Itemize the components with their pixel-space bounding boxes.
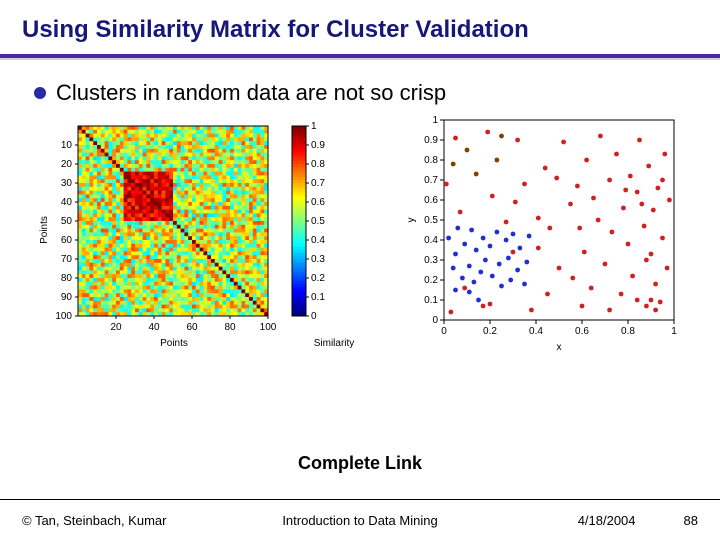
colorbar-label: Similarity bbox=[314, 338, 355, 349]
heatmap-xlabel: Points bbox=[160, 338, 188, 349]
svg-text:0: 0 bbox=[432, 315, 438, 326]
svg-text:30: 30 bbox=[61, 178, 73, 189]
svg-text:0: 0 bbox=[311, 311, 317, 322]
svg-text:0.1: 0.1 bbox=[424, 295, 438, 306]
svg-text:0.2: 0.2 bbox=[424, 275, 438, 286]
svg-text:100: 100 bbox=[55, 311, 72, 322]
svg-text:0.4: 0.4 bbox=[311, 235, 325, 246]
svg-text:40: 40 bbox=[148, 322, 160, 333]
footer-center: Introduction to Data Mining bbox=[0, 513, 720, 528]
svg-text:50: 50 bbox=[61, 216, 73, 227]
svg-text:0.5: 0.5 bbox=[311, 216, 325, 227]
bullet-icon bbox=[34, 87, 46, 99]
bullet-text: Clusters in random data are not so crisp bbox=[56, 80, 446, 106]
svg-text:0.8: 0.8 bbox=[311, 159, 325, 170]
svg-text:0.4: 0.4 bbox=[424, 235, 438, 246]
svg-text:0.6: 0.6 bbox=[311, 197, 325, 208]
svg-text:10: 10 bbox=[61, 140, 73, 151]
footer: © Tan, Steinbach, Kumar Introduction to … bbox=[0, 499, 720, 540]
svg-text:80: 80 bbox=[224, 322, 236, 333]
svg-text:0.3: 0.3 bbox=[424, 255, 438, 266]
slide-title: Using Similarity Matrix for Cluster Vali… bbox=[0, 0, 720, 54]
bullet-row: Clusters in random data are not so crisp bbox=[0, 60, 720, 114]
svg-text:80: 80 bbox=[61, 273, 73, 284]
svg-text:0.9: 0.9 bbox=[311, 140, 325, 151]
heatmap-ylabel: Points bbox=[39, 216, 50, 244]
svg-text:20: 20 bbox=[61, 159, 73, 170]
svg-text:60: 60 bbox=[61, 235, 73, 246]
scatter-figure: 0 0.2 0.4 0.6 0.8 1 0 0.1 0.2 0.3 0.4 0.5 0.6 0.7 0.8… bbox=[400, 108, 692, 356]
figure-caption: Complete Link bbox=[0, 453, 720, 474]
svg-text:1: 1 bbox=[432, 115, 438, 126]
svg-text:0.6: 0.6 bbox=[575, 326, 589, 337]
svg-text:1: 1 bbox=[671, 326, 677, 337]
svg-text:0.4: 0.4 bbox=[529, 326, 543, 337]
svg-text:0.7: 0.7 bbox=[424, 175, 438, 186]
scatter-ylabel: y bbox=[406, 218, 417, 223]
svg-text:0.7: 0.7 bbox=[311, 178, 325, 189]
svg-text:100: 100 bbox=[260, 322, 277, 333]
scatter-axes-box bbox=[444, 120, 674, 320]
svg-text:40: 40 bbox=[61, 197, 73, 208]
figures-area: 102030405060708090100 20406080100 Points… bbox=[0, 114, 720, 394]
svg-text:0.1: 0.1 bbox=[311, 292, 325, 303]
slide: Using Similarity Matrix for Cluster Vali… bbox=[0, 0, 720, 540]
svg-text:1: 1 bbox=[311, 121, 317, 132]
svg-text:90: 90 bbox=[61, 292, 73, 303]
svg-text:0.3: 0.3 bbox=[311, 254, 325, 265]
svg-text:60: 60 bbox=[186, 322, 198, 333]
similarity-matrix-figure: 102030405060708090100 20406080100 Points… bbox=[34, 120, 364, 350]
svg-text:0.9: 0.9 bbox=[424, 135, 438, 146]
svg-text:0: 0 bbox=[441, 326, 447, 337]
svg-text:0.2: 0.2 bbox=[483, 326, 497, 337]
svg-text:0.5: 0.5 bbox=[424, 215, 438, 226]
svg-text:20: 20 bbox=[110, 322, 122, 333]
svg-text:0.6: 0.6 bbox=[424, 195, 438, 206]
svg-text:0.8: 0.8 bbox=[424, 155, 438, 166]
svg-text:0.8: 0.8 bbox=[621, 326, 635, 337]
svg-text:70: 70 bbox=[61, 254, 73, 265]
svg-text:0.2: 0.2 bbox=[311, 273, 325, 284]
scatter-xlabel: x bbox=[557, 342, 562, 353]
